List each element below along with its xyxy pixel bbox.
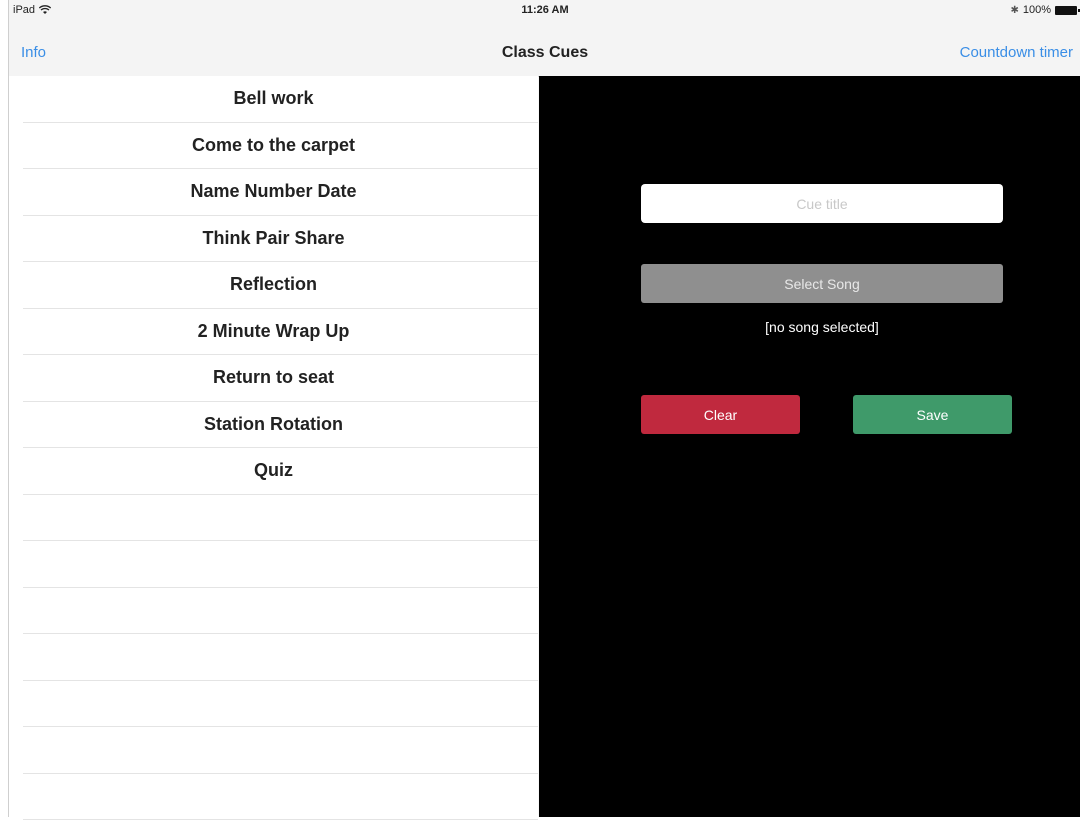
save-button[interactable]: Save: [853, 395, 1012, 434]
battery-percent: 100%: [1023, 4, 1051, 16]
clear-button[interactable]: Clear: [641, 395, 800, 434]
cue-editor-pane: Select Song [no song selected] Clear Sav…: [539, 76, 1080, 817]
cue-list-item[interactable]: Bell work: [23, 76, 538, 123]
status-bar: iPad 11:26 AM ✱ 100%: [9, 0, 1080, 22]
cue-title-input[interactable]: [641, 184, 1003, 223]
empty-list-row: [23, 541, 538, 588]
status-right: ✱ 100%: [1010, 4, 1077, 16]
empty-list-row: [23, 681, 538, 728]
cue-list-item[interactable]: Think Pair Share: [23, 216, 538, 263]
page-title: Class Cues: [9, 44, 1080, 62]
status-time: 11:26 AM: [9, 4, 1080, 16]
cue-list-item[interactable]: Come to the carpet: [23, 123, 538, 170]
cue-list-item[interactable]: Return to seat: [23, 355, 538, 402]
song-status-label: [no song selected]: [641, 319, 1003, 335]
cue-list-item[interactable]: Name Number Date: [23, 169, 538, 216]
empty-list-row: [23, 588, 538, 635]
cue-list-pane: Bell workCome to the carpetName Number D…: [9, 76, 538, 817]
select-song-button[interactable]: Select Song: [641, 264, 1003, 303]
cue-list-item[interactable]: 2 Minute Wrap Up: [23, 309, 538, 356]
cue-list: Bell workCome to the carpetName Number D…: [9, 76, 538, 820]
ipad-screen: iPad 11:26 AM ✱ 100% Info Class Cues Cou…: [8, 0, 1080, 817]
bluetooth-icon: ✱: [1010, 5, 1018, 16]
navigation-bar: Info Class Cues Countdown timer: [9, 22, 1080, 77]
cue-list-item[interactable]: Quiz: [23, 448, 538, 495]
battery-icon: [1055, 6, 1077, 15]
empty-list-row: [23, 634, 538, 681]
cue-list-item[interactable]: Station Rotation: [23, 402, 538, 449]
empty-list-row: [23, 495, 538, 542]
cue-list-item[interactable]: Reflection: [23, 262, 538, 309]
empty-list-row: [23, 727, 538, 774]
countdown-timer-button[interactable]: Countdown timer: [960, 44, 1073, 61]
empty-list-row: [23, 774, 538, 820]
